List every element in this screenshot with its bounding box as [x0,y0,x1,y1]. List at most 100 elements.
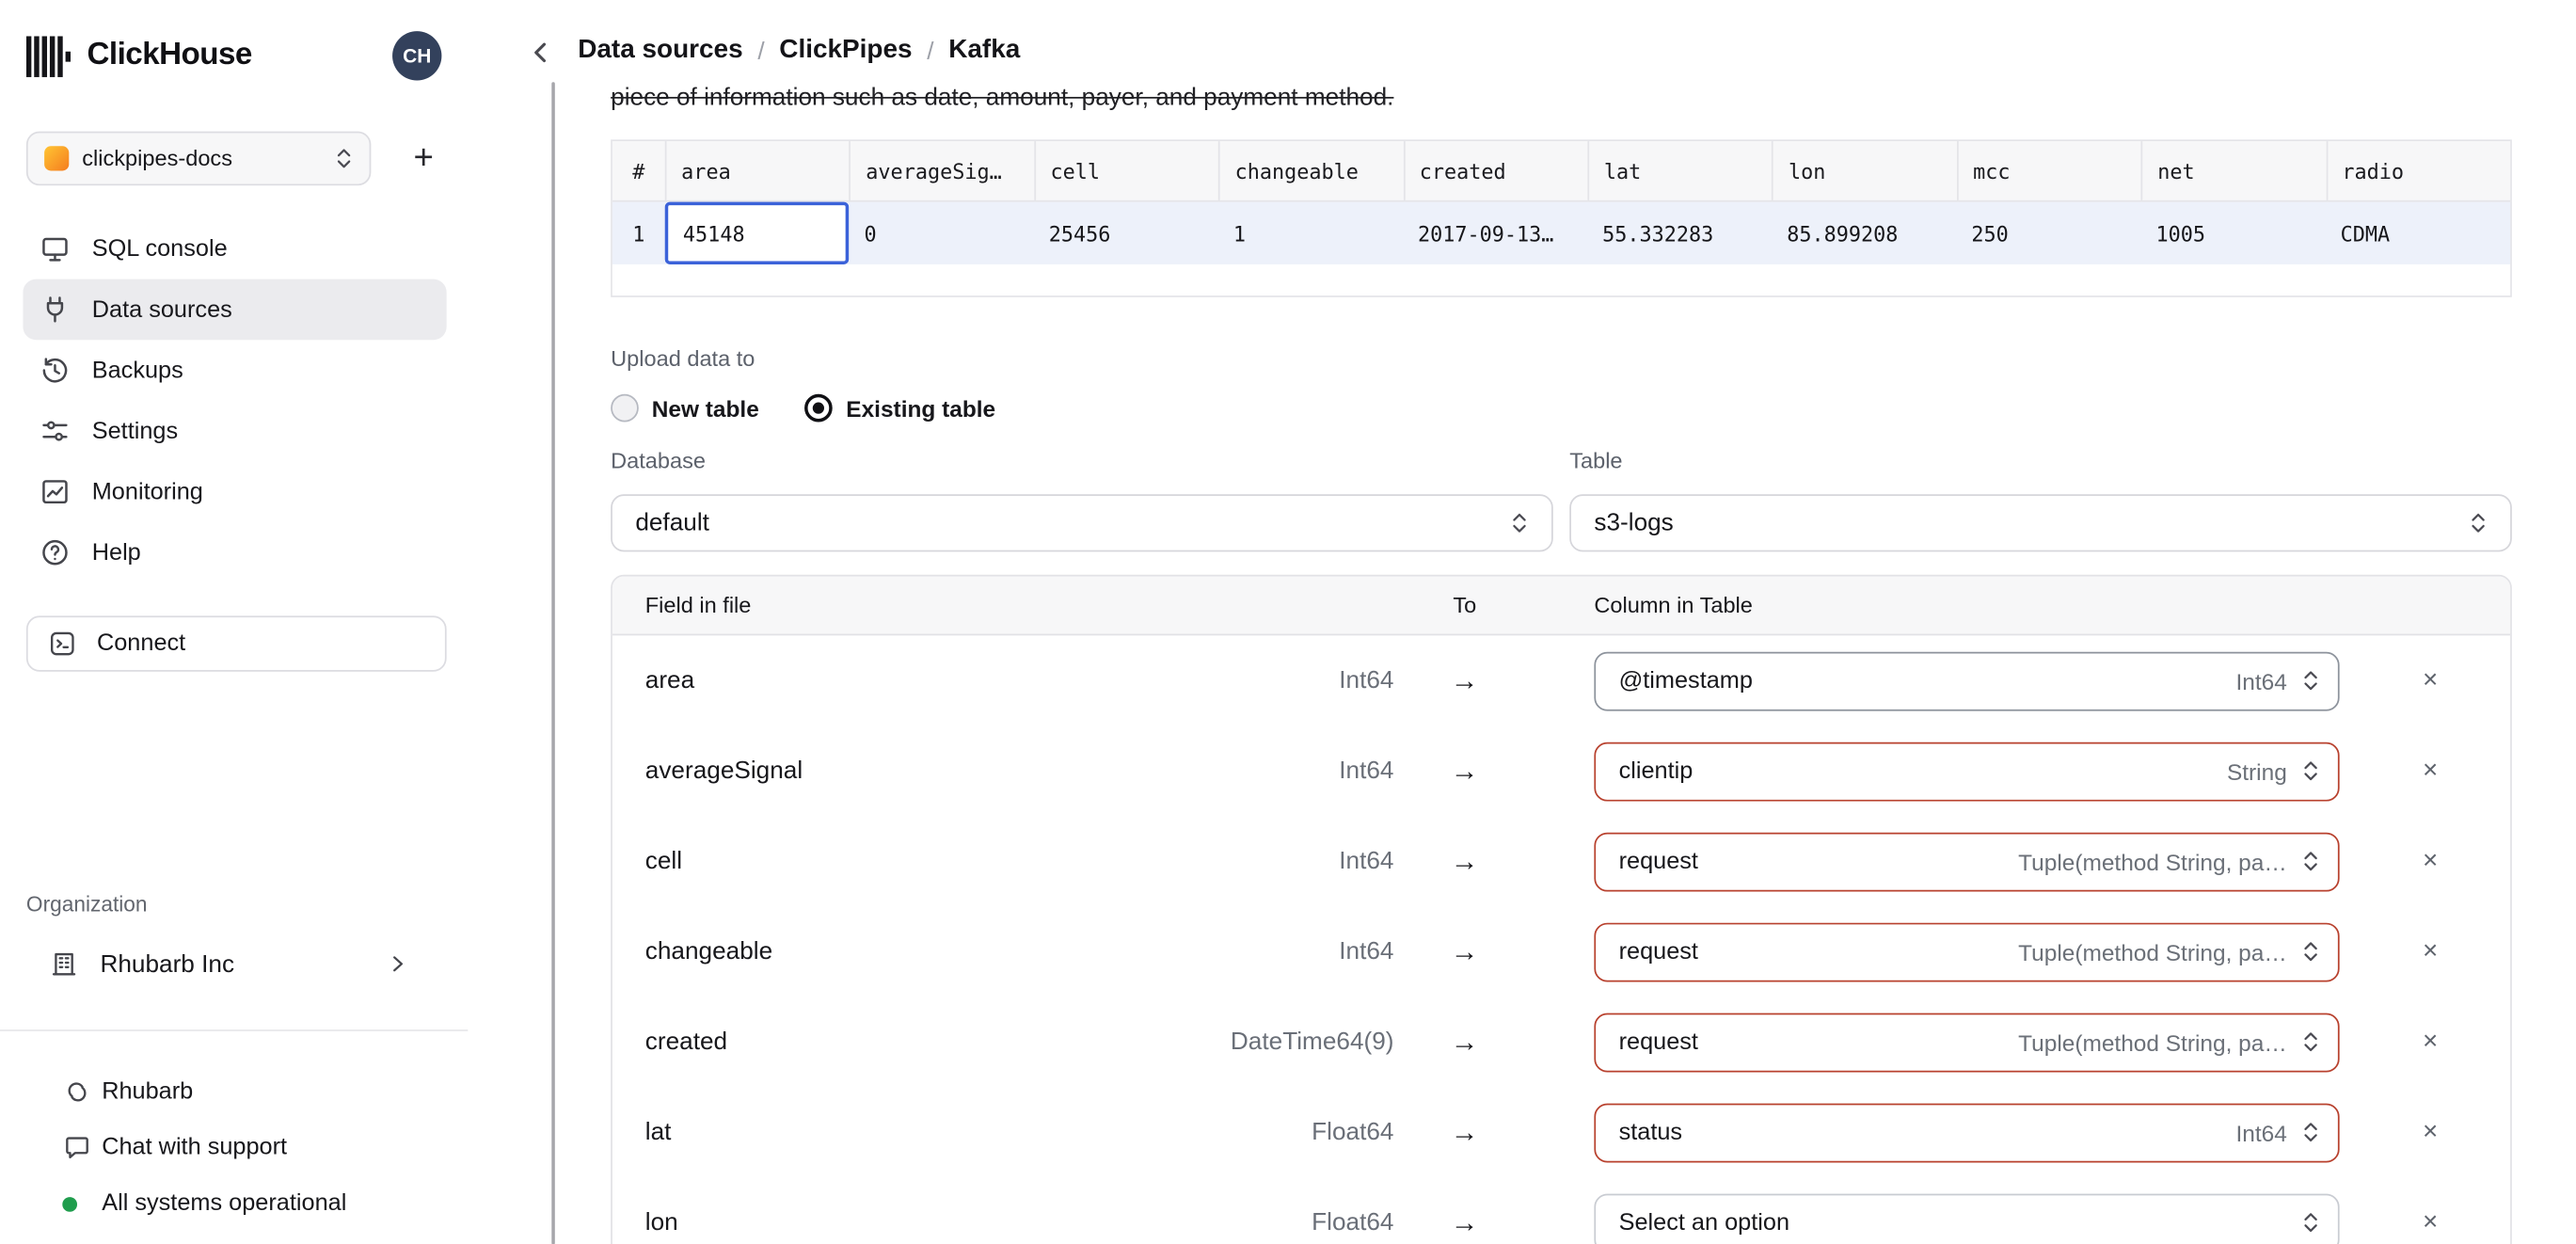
sidebar-item-label: SQL console [91,235,228,263]
field-type: Float64 [1312,1118,1394,1147]
footer-link-label: Rhubarb [102,1078,194,1106]
sidebar-header: ClickHouse CH [25,29,442,82]
sidebar-item-label: Settings [91,418,179,445]
breadcrumb-item-data-sources[interactable]: Data sources [578,36,742,65]
connect-icon [48,629,77,658]
user-avatar[interactable]: CH [392,31,442,81]
table-cell[interactable]: CDMA [2326,202,2510,264]
remove-mapping-button[interactable]: × [2423,1118,2438,1145]
column-header: cell [1033,141,1218,200]
remove-mapping-button[interactable]: × [2423,1208,2438,1236]
table-cell[interactable]: 1 [1218,202,1403,264]
workspace-row: clickpipes-docs + [25,131,448,186]
sidebar-item-monitoring[interactable]: Monitoring [23,461,446,522]
workspace-name: clickpipes-docs [82,146,232,171]
column-select[interactable]: clientip String [1594,741,2340,801]
sidebar-item-data-sources[interactable]: Data sources [23,279,447,341]
rhubarb-icon [62,1077,102,1107]
mapping-row-changeable: changeable Int64 → request Tuple(method … [612,906,2510,997]
existing-table-label: Existing table [846,394,996,422]
back-chevron-icon[interactable] [527,40,553,66]
breadcrumb-separator: / [757,37,765,65]
breadcrumb-item-kafka[interactable]: Kafka [948,36,1020,65]
workspace-selector[interactable]: clickpipes-docs [25,131,372,186]
table-cell[interactable]: 250 [1957,202,2141,264]
field-type: Int64 [1339,847,1394,876]
field-type: DateTime64(9) [1230,1028,1394,1057]
column-select[interactable]: status Int64 [1594,1102,2340,1162]
mapping-row-averageSignal: averageSignal Int64 → clientip String × [612,726,2510,816]
table-cell[interactable]: 55.332283 [1587,202,1772,264]
sidebar-item-sql-console[interactable]: SQL console [23,218,446,279]
table-cell[interactable]: 25456 [1034,202,1218,264]
arrow-icon: → [1450,754,1479,786]
header-to: To [1453,592,1477,618]
remove-mapping-button[interactable]: × [2423,1028,2438,1055]
column-select[interactable]: request Tuple(method String, pa… [1594,1012,2340,1072]
arrow-icon: → [1450,1025,1479,1057]
system-status-link[interactable]: All systems operational [62,1175,441,1231]
database-label: Database [611,448,706,473]
database-select[interactable]: default [611,494,1553,552]
footer-link-rhubarb[interactable]: Rhubarb [62,1064,441,1120]
sidebar-nav: SQL console Data sources Backups Setting… [23,218,447,583]
footer-link-chat-support[interactable]: Chat with support [62,1120,441,1175]
field-name: created [644,1028,728,1057]
existing-table-radio[interactable] [804,393,834,423]
column-select[interactable]: Select an option [1594,1192,2340,1244]
sidebar-item-backups[interactable]: Backups [23,340,446,401]
field-type: Int64 [1339,666,1394,695]
organization-name: Rhubarb Inc [100,949,235,979]
preview-table-footer [612,263,2511,296]
content-scrollbar[interactable] [551,82,555,1244]
breadcrumb: Data sources / ClickPipes / Kafka [578,36,1020,65]
arrow-icon: → [1450,1115,1479,1147]
chevron-updown-icon [337,149,351,168]
field-name: lat [644,1118,672,1147]
column-header: # [632,158,645,183]
app-title: ClickHouse [87,38,252,72]
organization-selector[interactable]: Rhubarb Inc [49,939,408,988]
organization-section-label: Organization [25,891,148,917]
column-select[interactable]: request Tuple(method String, pa… [1594,921,2340,981]
new-table-radio[interactable] [611,393,639,423]
sidebar-footer: Rhubarb Chat with support All systems op… [62,1064,441,1232]
preview-table-header: # area averageSig… cell changeable creat… [612,141,2511,202]
preview-table-row: 1 45148 0 25456 1 2017-09-13… 55.332283 … [612,201,2511,264]
mapping-row-area: area Int64 → @timestamp Int64 × [612,635,2510,726]
remove-mapping-button[interactable]: × [2423,757,2438,784]
system-status-label: All systems operational [102,1190,347,1218]
clipped-description-text: piece of information such as date, amoun… [611,83,1394,112]
sidebar-item-label: Data sources [91,295,232,323]
help-icon [40,537,71,568]
connect-button[interactable]: Connect [25,615,447,672]
building-icon [49,949,78,979]
clickhouse-logo-icon [25,35,72,77]
remove-mapping-button[interactable]: × [2423,847,2438,874]
remove-mapping-button[interactable]: × [2423,666,2438,694]
selected-cell[interactable]: 45148 [664,201,850,264]
table-cell[interactable]: 1005 [2141,202,2326,264]
add-service-button[interactable]: + [399,138,448,178]
sidebar-item-label: Backups [91,357,183,384]
table-cell[interactable]: 0 [850,202,1034,264]
field-name: area [644,666,695,695]
column-header: lon [1772,141,1957,200]
column-select[interactable]: request Tuple(method String, pa… [1594,831,2340,891]
chevron-updown-icon [2304,1213,2317,1233]
column-header: created [1403,141,1587,200]
table-cell[interactable]: 2017-09-13… [1403,202,1587,264]
table-select[interactable]: s3-logs [1569,494,2512,552]
sidebar-item-settings[interactable]: Settings [23,401,446,462]
column-header: changeable [1218,141,1403,200]
chevron-updown-icon [2304,761,2317,781]
sidebar-item-label: Monitoring [91,478,203,505]
breadcrumb-item-clickpipes[interactable]: ClickPipes [779,36,912,65]
remove-mapping-button[interactable]: × [2423,937,2438,965]
table-cell[interactable]: 85.899208 [1773,202,1957,264]
sidebar-item-help[interactable]: Help [23,522,446,583]
field-type: Float64 [1312,1208,1394,1236]
chevron-right-icon [393,956,404,972]
column-select[interactable]: @timestamp Int64 [1594,650,2340,710]
field-name: cell [644,847,683,876]
